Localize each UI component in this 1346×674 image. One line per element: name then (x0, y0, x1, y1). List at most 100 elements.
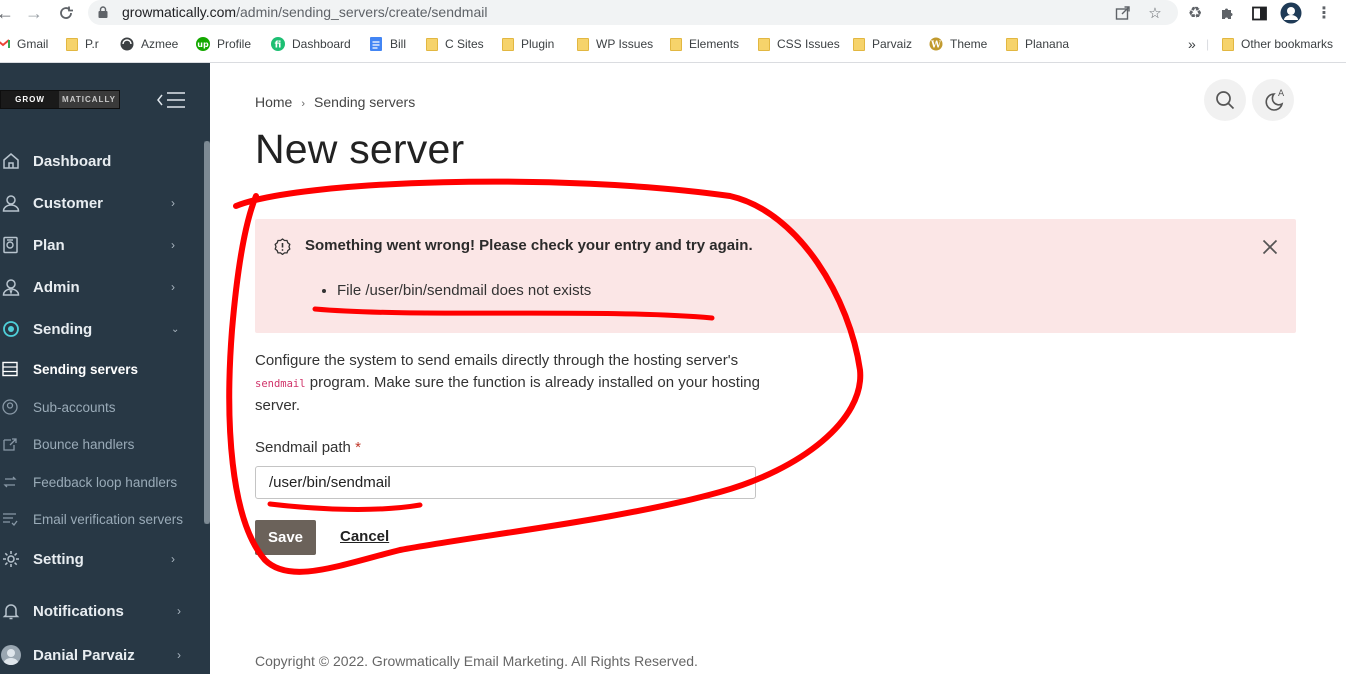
description-code: sendmail (255, 378, 306, 390)
reload-icon[interactable] (55, 2, 77, 24)
verify-icon (3, 513, 18, 526)
svg-text:A: A (1278, 89, 1285, 99)
docs-icon (369, 37, 383, 51)
sidebar-item-customer[interactable]: Customer › (0, 188, 205, 218)
bookmarks-divider: | (1206, 37, 1210, 51)
copyright-footer: Copyright © 2022. Growmatically Email Ma… (255, 653, 698, 669)
save-button[interactable]: Save (255, 520, 316, 555)
star-icon[interactable]: ☆ (1144, 2, 1166, 24)
bookmark-other[interactable]: Other bookmarks (1222, 35, 1333, 53)
close-icon[interactable] (1262, 239, 1278, 255)
sidebar-item-label: Customer (33, 194, 104, 212)
folder-icon (426, 37, 438, 51)
search-button[interactable] (1204, 79, 1246, 121)
breadcrumb-sending-servers[interactable]: Sending servers (314, 94, 415, 110)
wordpress-icon: W (929, 37, 943, 51)
chevron-right-icon: › (171, 552, 175, 566)
sendmail-description: Configure the system to send emails dire… (255, 350, 765, 417)
bookmark-planana[interactable]: Planana (1006, 35, 1069, 53)
chevron-down-icon: ⌄ (171, 323, 180, 335)
back-icon[interactable]: ← (0, 2, 16, 24)
browser-chrome: ← → growmatically.com/admin/sending_serv… (0, 0, 1346, 63)
avatar (1, 645, 21, 665)
sidebar-item-setting[interactable]: Setting › (0, 544, 205, 574)
folder-icon (577, 37, 589, 51)
sending-icon (3, 321, 19, 337)
app-logo[interactable]: GROW MATICALLY (0, 90, 120, 109)
sidebar-item-label: Bounce handlers (33, 436, 135, 452)
sidebar-item-notifications[interactable]: Notifications › (0, 596, 205, 626)
moon-theme-icon: A (1265, 89, 1285, 111)
sidebar-item-user-profile[interactable]: Danial Parvaiz › (0, 640, 205, 670)
folder-icon (1222, 37, 1234, 51)
svg-text:W: W (930, 41, 942, 51)
profile-avatar-icon[interactable] (1280, 2, 1302, 24)
bookmark-gmail[interactable]: Gmail (0, 35, 48, 53)
search-icon (1216, 91, 1235, 110)
gear-icon (3, 551, 19, 567)
puzzle-extension-icon[interactable] (1216, 2, 1238, 24)
warning-icon (274, 238, 291, 255)
breadcrumb-home[interactable]: Home (255, 94, 292, 110)
sub-account-icon (2, 399, 18, 415)
recycle-extension-icon[interactable]: ♻ (1184, 2, 1206, 24)
chevron-right-icon: › (171, 280, 175, 294)
sidebar-item-sending[interactable]: Sending ⌄ (0, 314, 205, 344)
sidebar-subitem-sub-accounts[interactable]: Sub-accounts (0, 392, 205, 422)
sidebar-collapse-icon[interactable] (156, 89, 188, 111)
sidebar-subitem-email-verification[interactable]: Email verification servers (0, 504, 205, 534)
page-title: New server (255, 126, 465, 172)
user-icon (2, 195, 20, 212)
sidebar-item-label: Plan (33, 236, 65, 254)
description-text: program. Make sure the function is alrea… (255, 374, 760, 414)
bookmark-azmee[interactable]: Azmee (120, 35, 178, 53)
bookmark-theme[interactable]: W Theme (929, 35, 987, 53)
folder-icon (66, 37, 78, 51)
sendmail-path-input[interactable] (255, 466, 756, 499)
bookmark-plugin[interactable]: Plugin (502, 35, 554, 53)
sidebar-item-label: Sending servers (33, 361, 139, 377)
admin-icon (2, 279, 20, 296)
required-mark: * (355, 439, 361, 456)
chevron-right-icon: › (171, 238, 175, 252)
forward-icon[interactable]: → (23, 2, 45, 24)
sidebar-subitem-bounce-handlers[interactable]: Bounce handlers (0, 429, 205, 459)
sidebar-item-label: Feedback loop handlers (33, 474, 178, 490)
address-bar[interactable]: growmatically.com/admin/sending_servers/… (88, 0, 1178, 25)
bookmark-parvaiz[interactable]: Parvaiz (853, 35, 912, 53)
bookmark-pr[interactable]: P.r (66, 35, 99, 53)
more-menu-icon[interactable]: ⋮ (1313, 2, 1335, 24)
globe-icon (120, 37, 134, 51)
chevron-right-icon: › (177, 648, 181, 662)
bookmark-bill[interactable]: Bill (369, 35, 406, 53)
sidebar-item-dashboard[interactable]: Dashboard (0, 146, 205, 176)
bookmark-dashboard[interactable]: fi Dashboard (271, 35, 351, 53)
bookmark-elements[interactable]: Elements (670, 35, 739, 53)
sidebar-item-label: Sub-accounts (33, 399, 116, 415)
side-panel-icon[interactable] (1248, 2, 1270, 24)
bookmark-css-issues[interactable]: CSS Issues (758, 35, 840, 53)
sidebar-item-plan[interactable]: Plan › (0, 230, 205, 260)
svg-text:fi: fi (275, 41, 282, 51)
sidebar-subitem-feedback-loop[interactable]: Feedback loop handlers (0, 467, 205, 497)
theme-toggle-button[interactable]: A (1252, 79, 1294, 121)
error-alert: Something went wrong! Please check your … (255, 219, 1296, 333)
description-text: Configure the system to send emails dire… (255, 352, 739, 369)
server-icon (2, 361, 18, 377)
alert-title: Something went wrong! Please check your … (305, 237, 753, 254)
lock-icon (98, 6, 108, 18)
bookmarks-overflow-button[interactable]: » (1188, 35, 1196, 53)
loop-icon (3, 476, 17, 488)
sidebar-item-admin[interactable]: Admin › (0, 272, 205, 302)
logo-grow: GROW (1, 91, 59, 108)
share-icon[interactable] (1112, 2, 1134, 24)
folder-icon (670, 37, 682, 51)
sidebar-subitem-sending-servers[interactable]: Sending servers (0, 354, 205, 384)
bookmark-wp-issues[interactable]: WP Issues (577, 35, 653, 53)
folder-icon (758, 37, 770, 51)
sidebar-item-label: Admin (33, 278, 80, 296)
cancel-link[interactable]: Cancel (340, 528, 389, 545)
bookmark-c-sites[interactable]: C Sites (426, 35, 484, 53)
folder-icon (1006, 37, 1018, 51)
bookmark-profile[interactable]: up Profile (196, 35, 251, 53)
